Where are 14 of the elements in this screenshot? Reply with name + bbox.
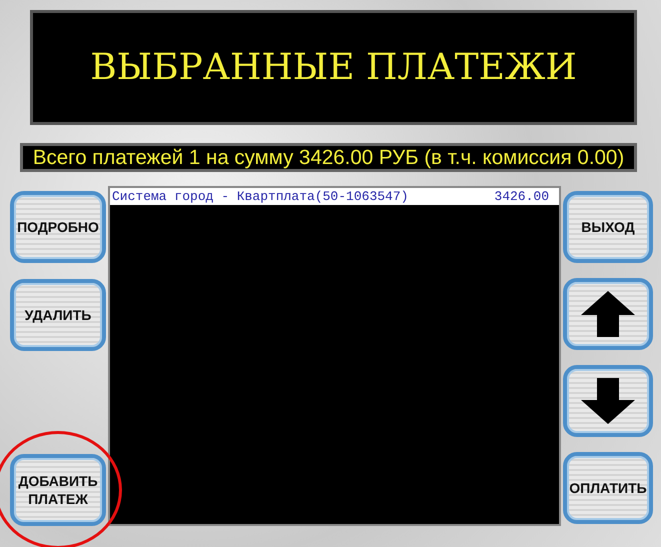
kiosk-button[interactable]: ДОБАВИТЬ ПЛАТЕЖ bbox=[10, 454, 106, 526]
kiosk-button[interactable]: ОПЛАТИТЬ bbox=[563, 452, 653, 524]
payment-amount: 3426.00 bbox=[494, 188, 549, 205]
scroll-up-button[interactable] bbox=[563, 278, 653, 350]
up-arrow-icon bbox=[579, 289, 637, 339]
down-arrow-icon bbox=[579, 376, 637, 426]
kiosk-button[interactable]: УДАЛИТЬ bbox=[10, 279, 106, 351]
payment-row[interactable]: Система город - Квартплата(50-1063547) 3426.00 bbox=[110, 188, 559, 205]
payments-summary: Всего платежей 1 на сумму 3426.00 РУБ (в т.ч. комиссия 0.00) bbox=[32, 146, 624, 168]
kiosk-button[interactable]: ВЫХОД bbox=[563, 191, 653, 263]
scroll-down-button[interactable] bbox=[563, 365, 653, 437]
kiosk-button[interactable]: ПОДРОБНО bbox=[10, 191, 106, 263]
screen-title: ВЫБРАННЫЕ ПЛАТЕЖИ bbox=[90, 46, 577, 90]
payment-name: Система город - Квартплата(50-1063547) bbox=[112, 188, 408, 205]
